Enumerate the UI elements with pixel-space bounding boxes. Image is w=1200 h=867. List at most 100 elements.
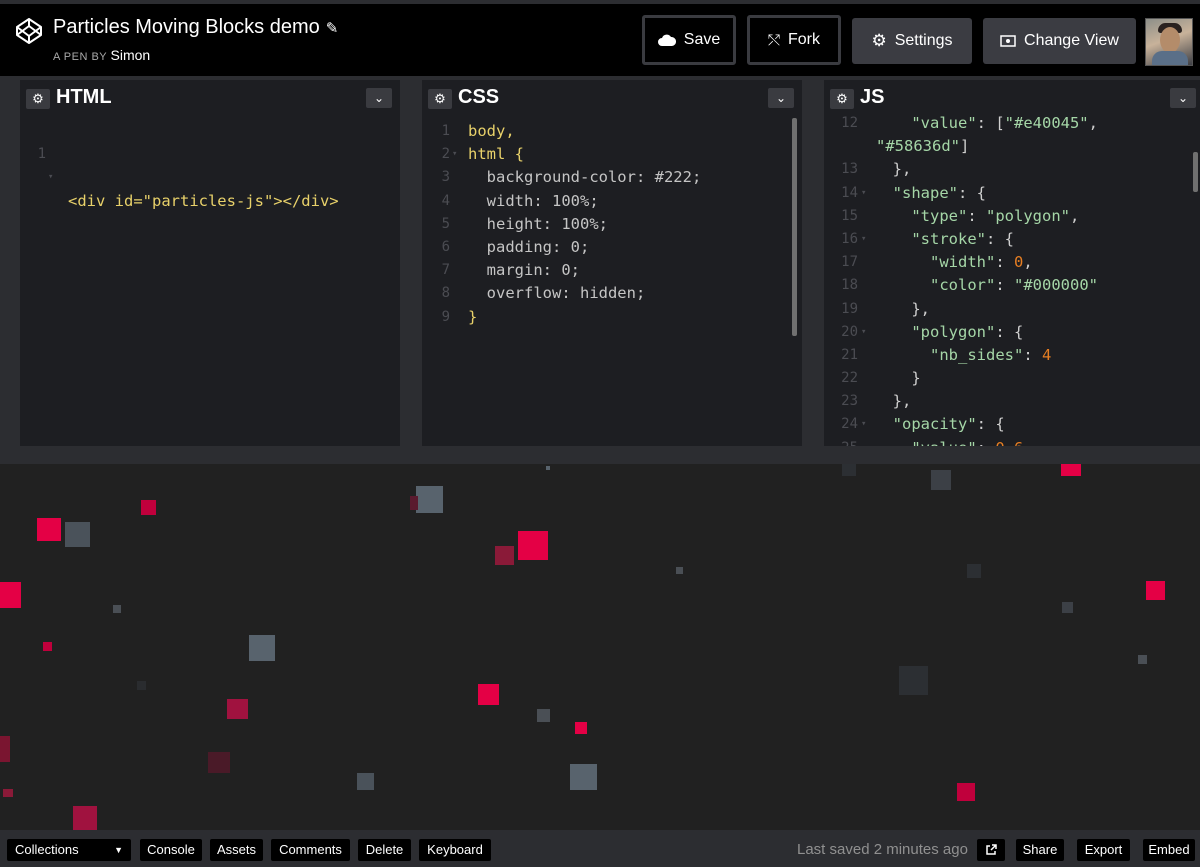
line-number: 2 (441, 146, 450, 163)
code-line: 7 margin: 0; (422, 259, 802, 282)
fold-arrow-icon[interactable]: ▾ (861, 228, 866, 251)
code-line: 14 ▾ "shape": { (824, 182, 1200, 205)
fork-button[interactable]: ⤲ Fork (747, 15, 841, 65)
line-number: 7 (441, 262, 450, 279)
css-code-area[interactable]: 1 body, 2 ▾ html { 3 background-color: #222… (422, 120, 802, 446)
html-settings-gear-icon[interactable]: ⚙ (26, 89, 50, 109)
line-number: 9 (441, 308, 450, 325)
line-number: 1 (37, 146, 46, 163)
line-number: 3 (441, 169, 450, 186)
code-line: 4 width: 100%; (422, 190, 802, 213)
preview-output[interactable] (0, 446, 1200, 830)
byline: A PEN BY Simon (53, 47, 150, 63)
code-line: 18 "color": "#000000" (824, 274, 1200, 297)
particle (1146, 581, 1165, 600)
line-number: 5 (441, 215, 450, 232)
js-editor-pane: ⚙ JS ⌄ 12 "value": ["#e40045", "#58636d"]… (824, 80, 1200, 446)
particle (73, 806, 97, 830)
code-line: 9} (422, 306, 802, 329)
js-chevron-down-icon[interactable]: ⌄ (1170, 88, 1196, 108)
code-line: 23 }, (824, 390, 1200, 413)
line-number: 13 (841, 161, 858, 178)
save-button[interactable]: Save (642, 15, 736, 65)
codepen-logo-icon[interactable] (14, 16, 44, 46)
code-line: 17 "width": 0, (824, 251, 1200, 274)
byline-prefix: A PEN BY (53, 51, 107, 63)
particle (967, 564, 981, 578)
author-link[interactable]: Simon (111, 47, 151, 63)
code-line: 8 overflow: hidden; (422, 282, 802, 305)
fold-arrow-icon[interactable]: ▾ (861, 182, 866, 205)
code-text: "#58636d"] (876, 137, 970, 156)
pen-title[interactable]: Particles Moving Blocks demo ✎ (53, 16, 338, 39)
particle (3, 789, 13, 797)
fold-arrow-icon[interactable]: ▾ (861, 413, 866, 436)
particle (208, 752, 230, 773)
fold-arrow-icon[interactable]: ▾ (452, 143, 457, 166)
comments-button[interactable]: Comments (271, 839, 350, 861)
particle (0, 582, 21, 608)
collections-dropdown[interactable]: Collections ▼ (7, 839, 131, 861)
fork-label: Fork (788, 31, 820, 48)
footer-bar: Collections ▼ Console Assets Comments De… (0, 830, 1200, 867)
fork-icon: ⤲ (767, 31, 780, 49)
particle (0, 736, 10, 762)
code-line: 1 ▾ <div id="particles-js"></div> (20, 120, 400, 209)
js-settings-gear-icon[interactable]: ⚙ (830, 89, 854, 109)
share-button[interactable]: Share (1016, 839, 1064, 861)
window-view-icon (1000, 35, 1016, 47)
line-number: 23 (841, 393, 858, 410)
code-text: background-color: #222; (468, 168, 702, 187)
line-number: 20 (841, 323, 858, 340)
change-view-button[interactable]: Change View (983, 18, 1136, 64)
edit-pencil-icon[interactable]: ✎ (326, 20, 339, 37)
line-number: 21 (841, 346, 858, 363)
line-number: 16 (841, 230, 858, 247)
particle (357, 773, 374, 790)
css-settings-gear-icon[interactable]: ⚙ (428, 89, 452, 109)
embed-button[interactable]: Embed (1143, 839, 1195, 861)
settings-button[interactable]: ⚙ Settings (852, 18, 972, 64)
fold-arrow-icon[interactable]: ▾ (861, 321, 866, 344)
html-code-area[interactable]: 1 ▾ <div id="particles-js"></div> (20, 120, 400, 446)
js-code-area[interactable]: 12 "value": ["#e40045", "#58636d"] 13 }, 14… (824, 112, 1200, 446)
code-text: }, (874, 392, 912, 411)
css-chevron-down-icon[interactable]: ⌄ (768, 88, 794, 108)
particle (537, 709, 550, 722)
particle (249, 635, 275, 661)
code-line: 6 padding: 0; (422, 236, 802, 259)
js-pane-header: ⚙ JS ⌄ (824, 80, 1200, 116)
export-button[interactable]: Export (1077, 839, 1130, 861)
line-number: 15 (841, 207, 858, 224)
code-text: <div id="particles-js"></div> (68, 191, 339, 210)
caret-down-icon: ▼ (114, 845, 123, 855)
code-line: 12 "value": ["#e40045", (824, 112, 1200, 135)
particle (1061, 464, 1081, 476)
html-pane-header: ⚙ HTML ⌄ (20, 80, 400, 116)
code-line: 2 ▾ html { (422, 143, 802, 166)
console-button[interactable]: Console (140, 839, 202, 861)
particle (931, 470, 951, 490)
css-scrollbar[interactable] (792, 118, 797, 336)
line-number: 1 (441, 123, 450, 139)
code-text: } (468, 307, 478, 326)
top-bar: Particles Moving Blocks demo ✎ A PEN BY S… (0, 0, 1200, 76)
code-line: "#58636d"] (824, 135, 1200, 158)
js-scrollbar[interactable] (1193, 152, 1198, 192)
keyboard-button[interactable]: Keyboard (419, 839, 491, 861)
user-avatar[interactable] (1145, 18, 1193, 66)
fold-arrow-icon[interactable]: ▾ (48, 166, 53, 189)
external-link-icon[interactable] (977, 839, 1005, 861)
particle (899, 666, 928, 695)
particle (227, 699, 248, 719)
particle (957, 783, 975, 801)
particle (495, 546, 514, 565)
code-line: 22 } (824, 367, 1200, 390)
code-text: body, (468, 122, 515, 140)
delete-button[interactable]: Delete (358, 839, 411, 861)
line-number: 22 (841, 370, 858, 387)
line-number: 4 (441, 192, 450, 209)
assets-button[interactable]: Assets (210, 839, 263, 861)
code-text: "width": 0, (930, 253, 1033, 272)
html-chevron-down-icon[interactable]: ⌄ (366, 88, 392, 108)
